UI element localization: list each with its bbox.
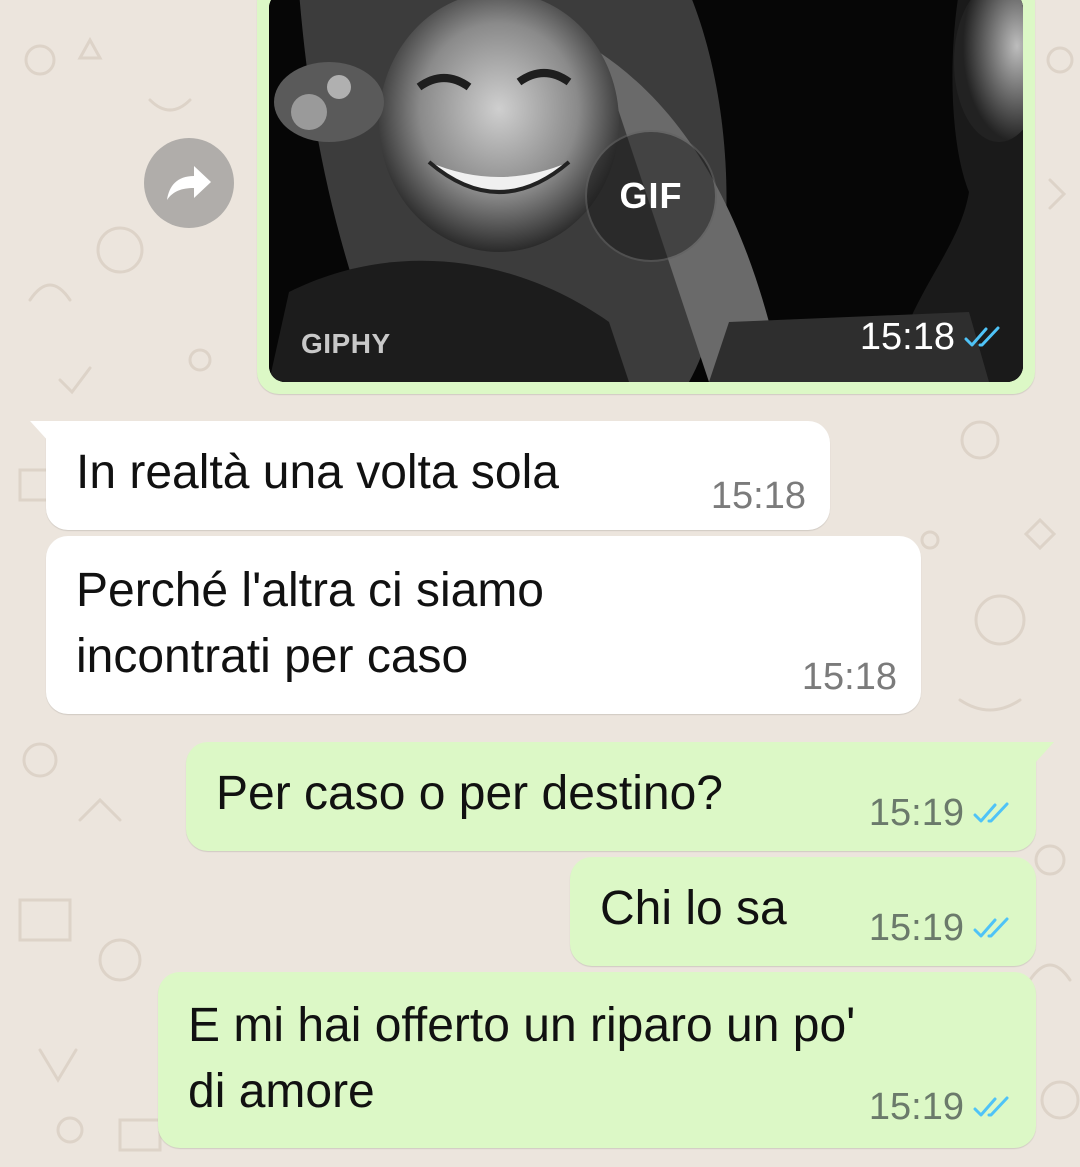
message-text: E mi hai offerto un riparo un po' di amo… xyxy=(188,999,856,1118)
incoming-message-bubble[interactable]: Perché l'altra ci siamo incontrati per c… xyxy=(46,536,921,714)
read-check-icon xyxy=(972,802,1012,826)
gif-message-meta: 15:18 xyxy=(860,316,1003,359)
message-meta: 15:18 xyxy=(802,656,897,699)
message-meta: 15:19 xyxy=(869,792,1012,835)
message-time: 15:18 xyxy=(710,475,806,517)
giphy-watermark: GIPHY xyxy=(301,328,391,359)
message-text: Perché l'altra ci siamo incontrati per c… xyxy=(76,564,544,683)
bubble-tail xyxy=(30,421,50,443)
forward-button[interactable] xyxy=(144,138,234,228)
gif-preview[interactable]: GIF GIPHY 15:18 xyxy=(269,0,1023,382)
read-check-icon xyxy=(963,326,1003,350)
message-meta: 15:18 xyxy=(711,475,806,518)
message-time: 15:19 xyxy=(868,1086,964,1128)
read-check-icon xyxy=(972,1096,1012,1120)
gif-message-time: 15:18 xyxy=(859,316,955,358)
gif-badge[interactable]: GIF xyxy=(585,130,717,262)
read-check-icon xyxy=(972,917,1012,941)
message-text: Per caso o per destino? xyxy=(216,767,723,820)
message-time: 15:19 xyxy=(868,792,964,834)
outgoing-message-bubble[interactable]: Per caso o per destino? 15:19 xyxy=(186,742,1054,851)
forward-arrow-icon xyxy=(167,166,211,200)
message-time: 15:19 xyxy=(868,907,964,949)
outgoing-message-bubble[interactable]: Chi lo sa 15:19 xyxy=(570,857,1036,966)
message-meta: 15:19 xyxy=(869,907,1012,950)
bubble-tail xyxy=(1034,742,1054,764)
message-text: In realtà una volta sola xyxy=(76,446,559,499)
message-text: Chi lo sa xyxy=(600,882,787,935)
outgoing-message-bubble[interactable]: E mi hai offerto un riparo un po' di amo… xyxy=(158,972,1036,1148)
message-meta: 15:19 xyxy=(869,1086,1012,1129)
incoming-message-bubble[interactable]: In realtà una volta sola 15:18 xyxy=(30,421,830,530)
gif-badge-label: GIF xyxy=(619,175,683,216)
message-time: 15:18 xyxy=(801,656,897,698)
gif-message-bubble[interactable]: GIF GIPHY 15:18 xyxy=(257,0,1035,394)
